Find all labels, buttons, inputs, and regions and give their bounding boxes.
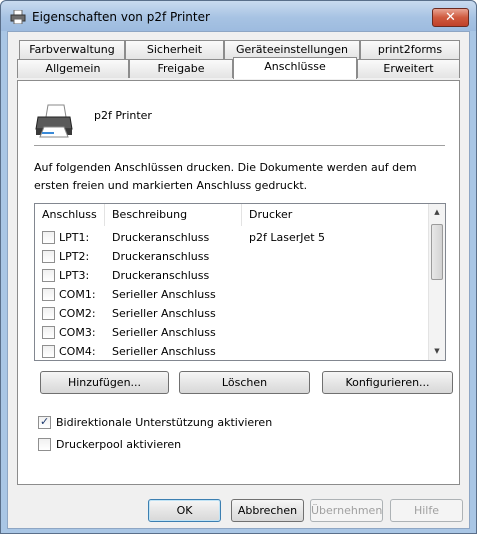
table-row[interactable]: COM4: Serieller Anschluss [35, 342, 429, 360]
printer-icon [10, 10, 26, 24]
port-printer: p2f LaserJet 5 [249, 231, 326, 244]
port-description: Serieller Anschluss [112, 345, 216, 358]
help-button[interactable]: Hilfe [390, 499, 463, 522]
ports-description: Auf folgenden Anschlüssen drucken. Die D… [34, 161, 417, 192]
tab-label: print2forms [377, 43, 443, 56]
tab-sicherheit[interactable]: Sicherheit [125, 40, 224, 59]
table-row[interactable]: LPT3: Druckeranschluss [35, 266, 429, 285]
properties-window: Eigenschaften von p2f Printer ✕ Farbverw… [0, 0, 477, 534]
window-title: Eigenschaften von p2f Printer [32, 10, 210, 24]
port-checkbox[interactable] [42, 307, 55, 320]
column-header-beschreibung[interactable]: Beschreibung [105, 204, 242, 226]
port-name: LPT1: [59, 231, 90, 244]
port-checkbox[interactable] [42, 326, 55, 339]
tab-freigabe[interactable]: Freigabe [129, 59, 233, 78]
title-bar[interactable]: Eigenschaften von p2f Printer ✕ [1, 1, 476, 31]
printer-pool-label: Druckerpool aktivieren [56, 438, 182, 451]
table-row[interactable]: LPT2: Druckeranschluss [35, 247, 429, 266]
ok-button[interactable]: OK [148, 499, 221, 522]
cancel-button[interactable]: Abbrechen [231, 499, 304, 522]
tab-anschluesse[interactable]: Anschlüsse [233, 57, 357, 79]
port-checkbox[interactable] [42, 250, 55, 263]
table-row[interactable]: COM1: Serieller Anschluss [35, 285, 429, 304]
dialog-client: Farbverwaltung Sicherheit Geräteeinstell… [7, 31, 470, 529]
tab-label: Farbverwaltung [29, 43, 115, 56]
port-name: COM3: [59, 326, 96, 339]
port-description: Druckeranschluss [112, 231, 210, 244]
port-name: COM2: [59, 307, 96, 320]
printer-large-icon [35, 104, 73, 138]
port-description: Serieller Anschluss [112, 288, 216, 301]
tab-allgemein[interactable]: Allgemein [17, 59, 129, 78]
bidirectional-checkbox[interactable]: ✓ [38, 415, 51, 429]
close-button[interactable]: ✕ [432, 8, 469, 27]
printer-pool-checkbox[interactable] [38, 438, 51, 451]
tab-label: Geräteeinstellungen [235, 43, 349, 56]
list-header: Anschluss Beschreibung Drucker [35, 204, 429, 228]
port-description: Druckeranschluss [112, 250, 210, 263]
bidirectional-label: Bidirektionale Unterstützung aktivieren [56, 416, 273, 429]
list-scrollbar[interactable]: ▲ ▼ [428, 204, 445, 360]
port-name: LPT3: [59, 269, 90, 282]
tab-label: Erweitert [383, 62, 434, 75]
tab-label: Allgemein [45, 62, 101, 75]
port-description: Serieller Anschluss [112, 326, 216, 339]
table-row[interactable]: COM3: Serieller Anschluss [35, 323, 429, 342]
port-checkbox[interactable] [42, 231, 55, 244]
separator [34, 145, 445, 146]
add-port-button[interactable]: Hinzufügen... [40, 371, 169, 394]
tab-label: Sicherheit [146, 43, 203, 56]
port-checkbox[interactable] [42, 269, 55, 282]
column-header-drucker[interactable]: Drucker [242, 204, 429, 226]
port-checkbox[interactable] [42, 288, 55, 301]
port-name: COM4: [59, 345, 96, 358]
checkmark-icon: ✓ [40, 415, 50, 428]
tab-label: Freigabe [157, 62, 205, 75]
ports-tab-panel: p2f Printer Auf folgenden Anschlüssen dr… [17, 80, 460, 485]
configure-port-button[interactable]: Konfigurieren... [322, 371, 453, 394]
ports-list[interactable]: Anschluss Beschreibung Drucker LPT1: Dru… [34, 203, 446, 361]
delete-port-button[interactable]: Löschen [179, 371, 310, 394]
tab-erweitert[interactable]: Erweitert [357, 59, 460, 78]
printer-name: p2f Printer [94, 109, 152, 122]
port-name: LPT2: [59, 250, 90, 263]
scroll-down-icon[interactable]: ▼ [429, 343, 445, 360]
scroll-up-icon[interactable]: ▲ [429, 204, 445, 221]
close-icon: ✕ [445, 10, 456, 25]
port-description: Serieller Anschluss [112, 307, 216, 320]
apply-button[interactable]: Übernehmen [310, 499, 383, 522]
tab-farbverwaltung[interactable]: Farbverwaltung [19, 40, 125, 59]
column-header-anschluss[interactable]: Anschluss [35, 204, 105, 226]
port-name: COM1: [59, 288, 96, 301]
scroll-thumb[interactable] [431, 224, 443, 280]
table-row[interactable]: LPT1: Druckeranschluss p2f LaserJet 5 [35, 228, 429, 247]
table-row[interactable]: COM2: Serieller Anschluss [35, 304, 429, 323]
port-description: Druckeranschluss [112, 269, 210, 282]
port-checkbox[interactable] [42, 345, 55, 358]
tab-print2forms[interactable]: print2forms [360, 40, 460, 59]
tab-label: Anschlüsse [264, 60, 326, 73]
